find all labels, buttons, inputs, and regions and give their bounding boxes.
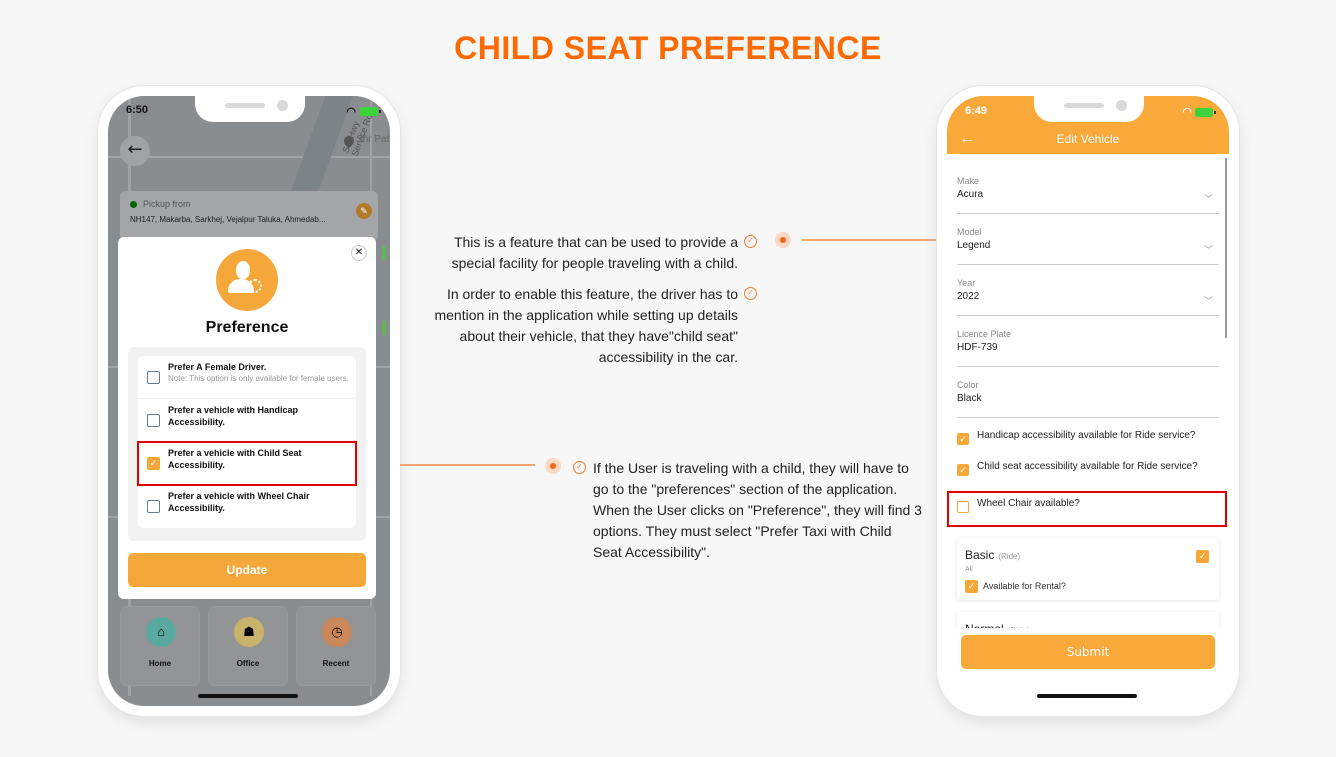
chevron-down-icon: ﹀: [1203, 194, 1213, 204]
edit-pencil-icon[interactable]: ✎: [356, 203, 372, 219]
year-select[interactable]: Year 2022 ﹀: [957, 278, 1219, 316]
field-label: Color: [957, 380, 979, 390]
highlight-box: [947, 491, 1227, 527]
service-card-basic[interactable]: Basic (Ride) All ✓ ✓ Available for Rental?: [957, 538, 1219, 600]
checkbox[interactable]: [147, 371, 160, 384]
model-select[interactable]: Model Legend ﹀: [957, 227, 1219, 265]
field-label: Year: [957, 278, 976, 288]
quick-action-recent[interactable]: ◷ Recent: [296, 606, 376, 686]
preference-modal: ✕ Preference Prefer A Female Driver. Not…: [118, 237, 376, 599]
rental-label: Available for Rental?: [983, 581, 1066, 591]
option-handicap[interactable]: Prefer a vehicle with Handicap Accessibi…: [138, 399, 356, 442]
child-seat-checkbox[interactable]: ✓ Child seat accessibility available for…: [957, 461, 1219, 476]
field-value: HDF-739: [957, 342, 998, 353]
home-indicator: [1037, 694, 1137, 698]
submit-button[interactable]: Submit: [961, 635, 1215, 669]
option-label: Prefer a vehicle with Wheel Chair Access…: [168, 491, 310, 513]
phone-screen: SG Hwy Service Rd Shr Pat 6:50 ◠ ← Picku…: [108, 96, 390, 706]
connector-line: [400, 464, 535, 466]
chevron-down-icon: ﹀: [1203, 296, 1213, 306]
wifi-icon: ◠: [346, 105, 356, 118]
option-female-driver[interactable]: Prefer A Female Driver. Note: This optio…: [138, 356, 356, 399]
annotation-driver: In order to enable this feature, the dri…: [434, 286, 738, 365]
back-button[interactable]: ←: [120, 136, 150, 166]
pickup-card[interactable]: Pickup from NH147, Makarba, Sarkhej, Vej…: [120, 191, 378, 241]
notch: [1034, 96, 1144, 122]
screen-title: Edit Vehicle: [1056, 132, 1120, 146]
make-select[interactable]: Make Acura ﹀: [957, 176, 1219, 214]
quick-action-label: Office: [236, 659, 260, 668]
user-settings-icon: [216, 249, 278, 311]
option-wheel-chair[interactable]: Prefer a vehicle with Wheel Chair Access…: [138, 485, 356, 528]
handicap-checkbox[interactable]: ✓ Handicap accessibility available for R…: [957, 430, 1219, 445]
modal-title: Preference: [205, 319, 289, 336]
connector-line: [802, 239, 938, 241]
annotation-feature: This is a feature that can be used to pr…: [451, 234, 738, 271]
map-place-label: Shr Pat: [356, 134, 390, 145]
quick-action-home[interactable]: ⌂ Home: [120, 606, 200, 686]
phone-preference: SG Hwy Service Rd Shr Pat 6:50 ◠ ← Picku…: [98, 86, 400, 716]
field-value: Acura: [957, 189, 984, 200]
quick-action-label: Recent: [322, 659, 350, 668]
checkbox-checked[interactable]: ✓: [957, 464, 969, 476]
check-circle-icon: ✓: [744, 235, 757, 248]
home-indicator: [198, 694, 298, 698]
service-checkbox[interactable]: ✓: [1196, 550, 1209, 563]
battery-icon: [1195, 107, 1216, 117]
close-icon[interactable]: ✕: [351, 245, 367, 261]
rental-checkbox[interactable]: ✓ Available for Rental?: [965, 580, 1066, 593]
licence-plate-input[interactable]: Licence Plate HDF-739: [957, 329, 1219, 367]
checkbox[interactable]: [147, 414, 160, 427]
page-title: CHILD SEAT PREFERENCE: [454, 30, 882, 66]
edit-vehicle-form: Make Acura ﹀ Model Legend ﹀ Year 2022 ﹀ …: [947, 154, 1229, 706]
option-label: Prefer a vehicle with Handicap Accessibi…: [168, 405, 299, 427]
checkbox[interactable]: [147, 500, 160, 513]
page: CHILD SEAT PREFERENCE SG Hwy Service Rd …: [0, 0, 1336, 757]
service-name: Basic: [965, 548, 995, 562]
quick-action-label: Home: [148, 659, 172, 668]
field-value: Black: [957, 393, 982, 404]
field-label: Licence Plate: [957, 329, 1012, 339]
marker-dot: [545, 458, 561, 474]
color-input[interactable]: Color Black: [957, 380, 1219, 418]
update-button[interactable]: Update: [128, 553, 366, 587]
pickup-address: NH147, Makarba, Sarkhej, Vejalpur Taluka…: [130, 215, 326, 224]
pickup-label: Pickup from: [143, 199, 191, 209]
marker-dot: [775, 232, 791, 248]
field-value: Legend: [957, 240, 991, 251]
service-sub: All: [965, 566, 973, 573]
phone-edit-vehicle: 6:49 ◠ ← Edit Vehicle Make Acura ﹀ Model …: [937, 86, 1239, 716]
checkbox-label: Handicap accessibility available for Rid…: [977, 430, 1196, 441]
phone-screen: 6:49 ◠ ← Edit Vehicle Make Acura ﹀ Model …: [947, 96, 1229, 706]
preference-options: Prefer A Female Driver. Note: This optio…: [128, 347, 366, 541]
recent-icon: ◷: [322, 617, 352, 647]
checkbox-label: Child seat accessibility available for R…: [977, 461, 1198, 472]
check-circle-icon: ✓: [573, 461, 586, 474]
check-circle-icon: ✓: [744, 287, 757, 300]
option-note: Note: This option is only available for …: [168, 374, 349, 383]
chevron-down-icon: ﹀: [1203, 245, 1213, 255]
service-tag: (Ride): [998, 552, 1021, 561]
annotation-user: If the User is traveling with a child, t…: [593, 460, 922, 560]
scrollbar[interactable]: [1225, 158, 1227, 338]
option-label: Prefer a vehicle with Child Seat Accessi…: [168, 448, 302, 470]
checkbox-checked[interactable]: ✓: [957, 433, 969, 445]
field-value: 2022: [957, 291, 980, 302]
field-label: Make: [957, 176, 980, 186]
option-child-seat[interactable]: ✓ Prefer a vehicle with Child Seat Acces…: [137, 441, 357, 486]
option-label: Prefer A Female Driver.: [168, 362, 267, 372]
home-icon: ⌂: [146, 617, 176, 647]
field-label: Model: [957, 227, 982, 237]
status-time: 6:50: [126, 104, 149, 116]
battery-icon: [360, 106, 381, 116]
status-bar: 6:50 ◠: [126, 104, 381, 118]
office-icon: ☗: [234, 617, 264, 647]
status-time: 6:49: [965, 105, 988, 117]
wifi-icon: ◠: [1182, 106, 1192, 118]
pickup-dot-icon: [130, 200, 137, 208]
checkbox-checked[interactable]: ✓: [147, 457, 160, 470]
quick-action-office[interactable]: ☗ Office: [208, 606, 288, 686]
